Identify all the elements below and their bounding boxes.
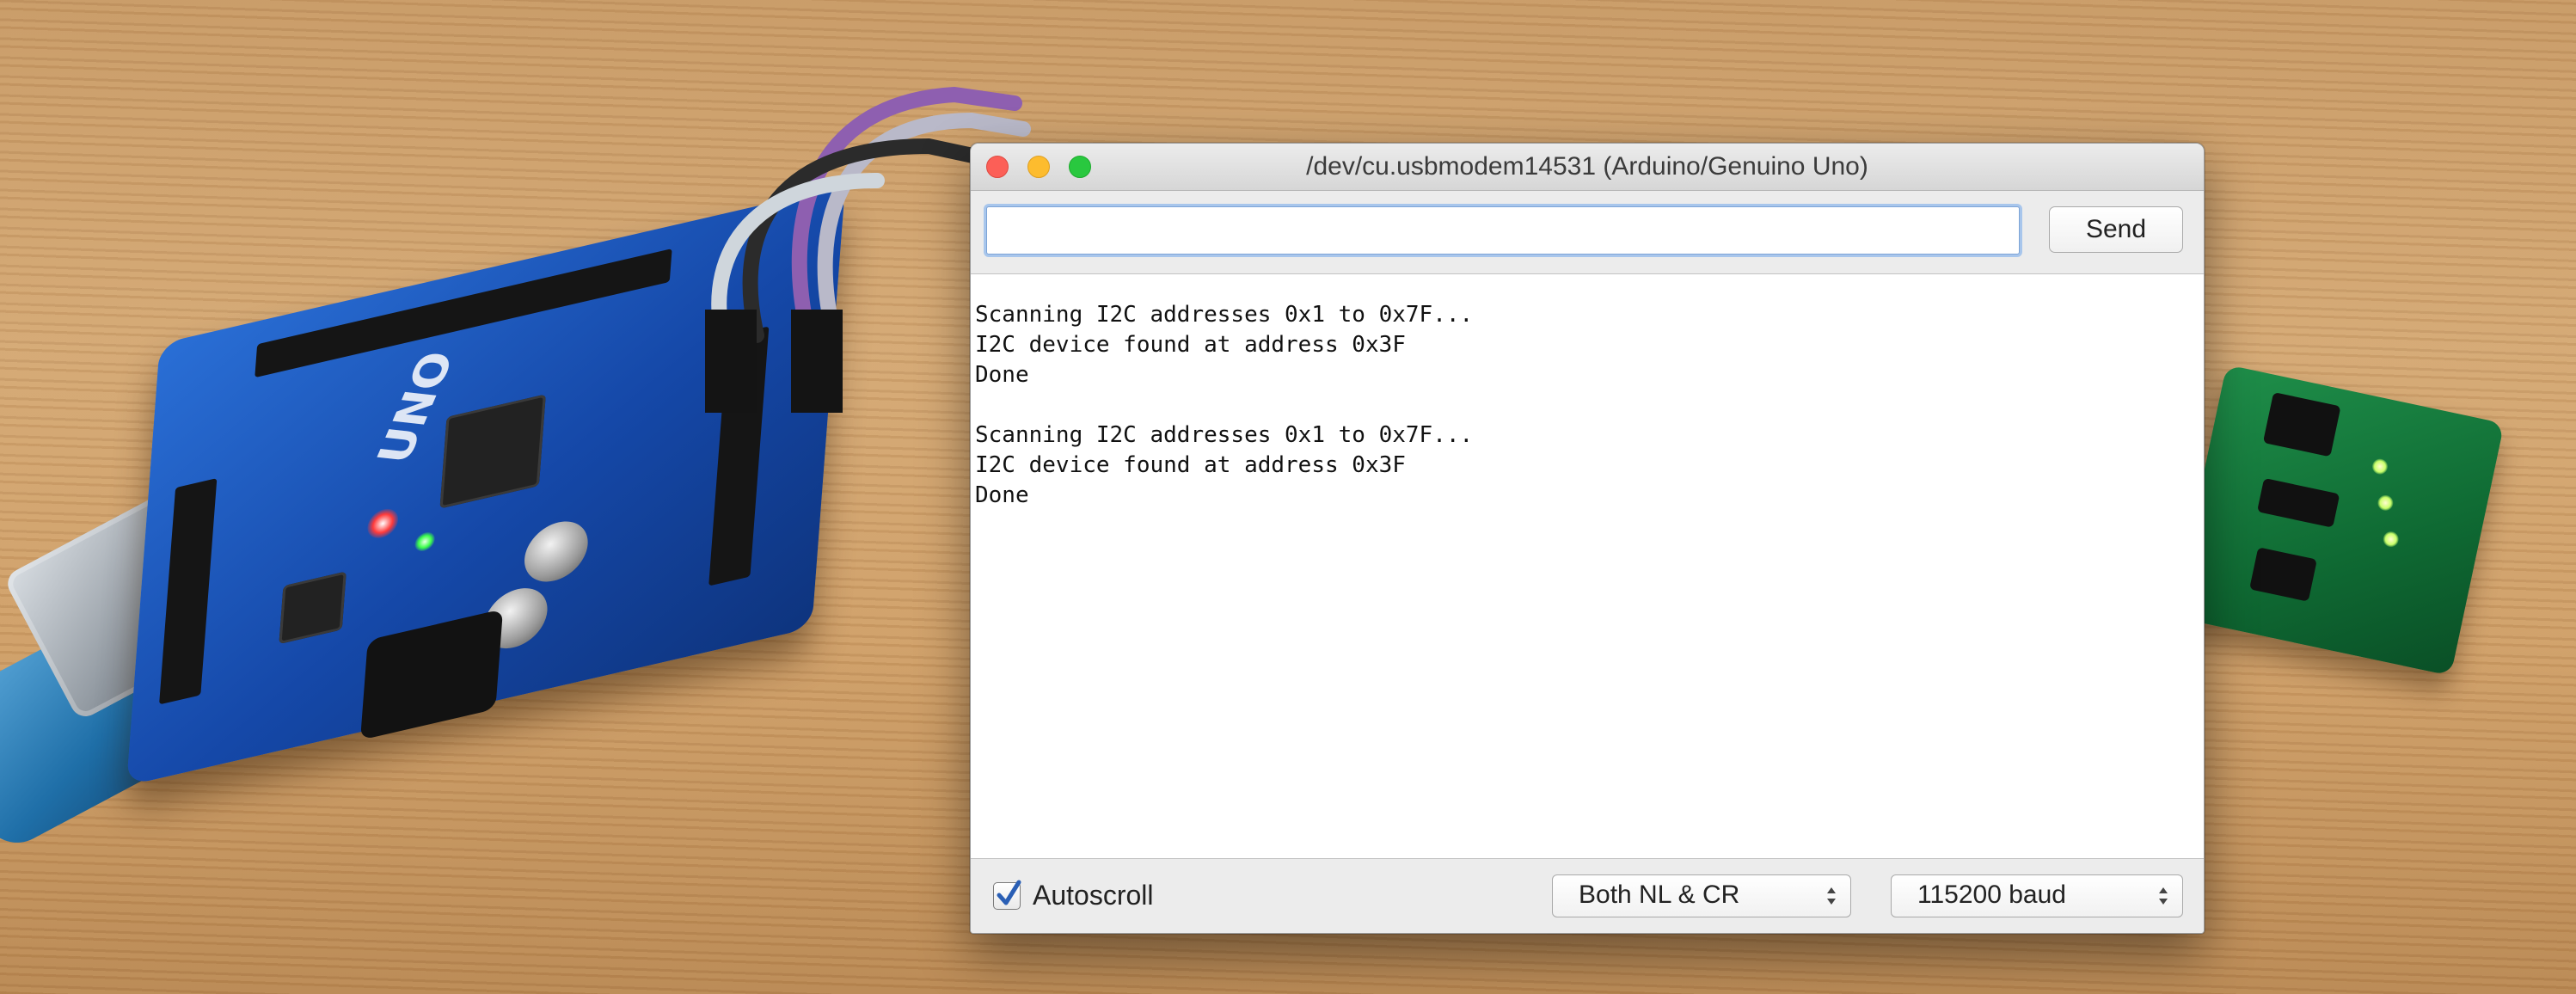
power-jack (359, 609, 504, 740)
title-bar: /dev/cu.usbmodem14531 (Arduino/Genuino U… (971, 144, 2204, 191)
updown-arrows-icon (2159, 887, 2168, 905)
output-line: Done (975, 482, 1029, 508)
output-line: Scanning I2C addresses 0x1 to 0x7F... (975, 302, 1474, 328)
pcb-component (2262, 392, 2341, 457)
pcb-component (2249, 547, 2317, 602)
red-led (366, 506, 400, 542)
pcb-led (2376, 494, 2395, 512)
baud-rate-select[interactable]: 115200 baud (1891, 874, 2183, 917)
line-ending-select[interactable]: Both NL & CR (1552, 874, 1851, 917)
line-ending-value: Both NL & CR (1579, 880, 1740, 909)
output-line: I2C device found at address 0x3F (975, 332, 1406, 358)
pin-header (159, 478, 218, 705)
updown-arrows-icon (1827, 887, 1836, 905)
baud-rate-value: 115200 baud (1917, 880, 2066, 909)
microcontroller-chip (439, 394, 546, 509)
pcb-led (2382, 530, 2401, 549)
output-line: I2C device found at address 0x3F (975, 452, 1406, 478)
send-button[interactable]: Send (2049, 206, 2183, 253)
autoscroll-checkbox[interactable] (993, 880, 1021, 910)
window-title: /dev/cu.usbmodem14531 (Arduino/Genuino U… (1306, 152, 1868, 181)
footer-bar: Autoscroll Both NL & CR 115200 baud (971, 859, 2204, 933)
send-row: Send (971, 191, 2204, 274)
capacitor (522, 515, 591, 588)
autoscroll-label: Autoscroll (1033, 880, 1154, 911)
serial-monitor-window: /dev/cu.usbmodem14531 (Arduino/Genuino U… (970, 143, 2205, 934)
output-line: Done (975, 362, 1029, 388)
usb-chip (279, 571, 347, 645)
serial-output[interactable]: Scanning I2C addresses 0x1 to 0x7F... I2… (971, 274, 2204, 859)
lcd-backpack-board (2173, 364, 2505, 677)
green-led (414, 530, 436, 554)
serial-send-input[interactable] (986, 206, 2020, 255)
checkmark-icon (997, 880, 1021, 905)
autoscroll-toggle[interactable]: Autoscroll (993, 880, 1154, 911)
output-line: Scanning I2C addresses 0x1 to 0x7F... (975, 422, 1474, 448)
pcb-component (2256, 477, 2340, 528)
pcb-led (2371, 457, 2389, 476)
